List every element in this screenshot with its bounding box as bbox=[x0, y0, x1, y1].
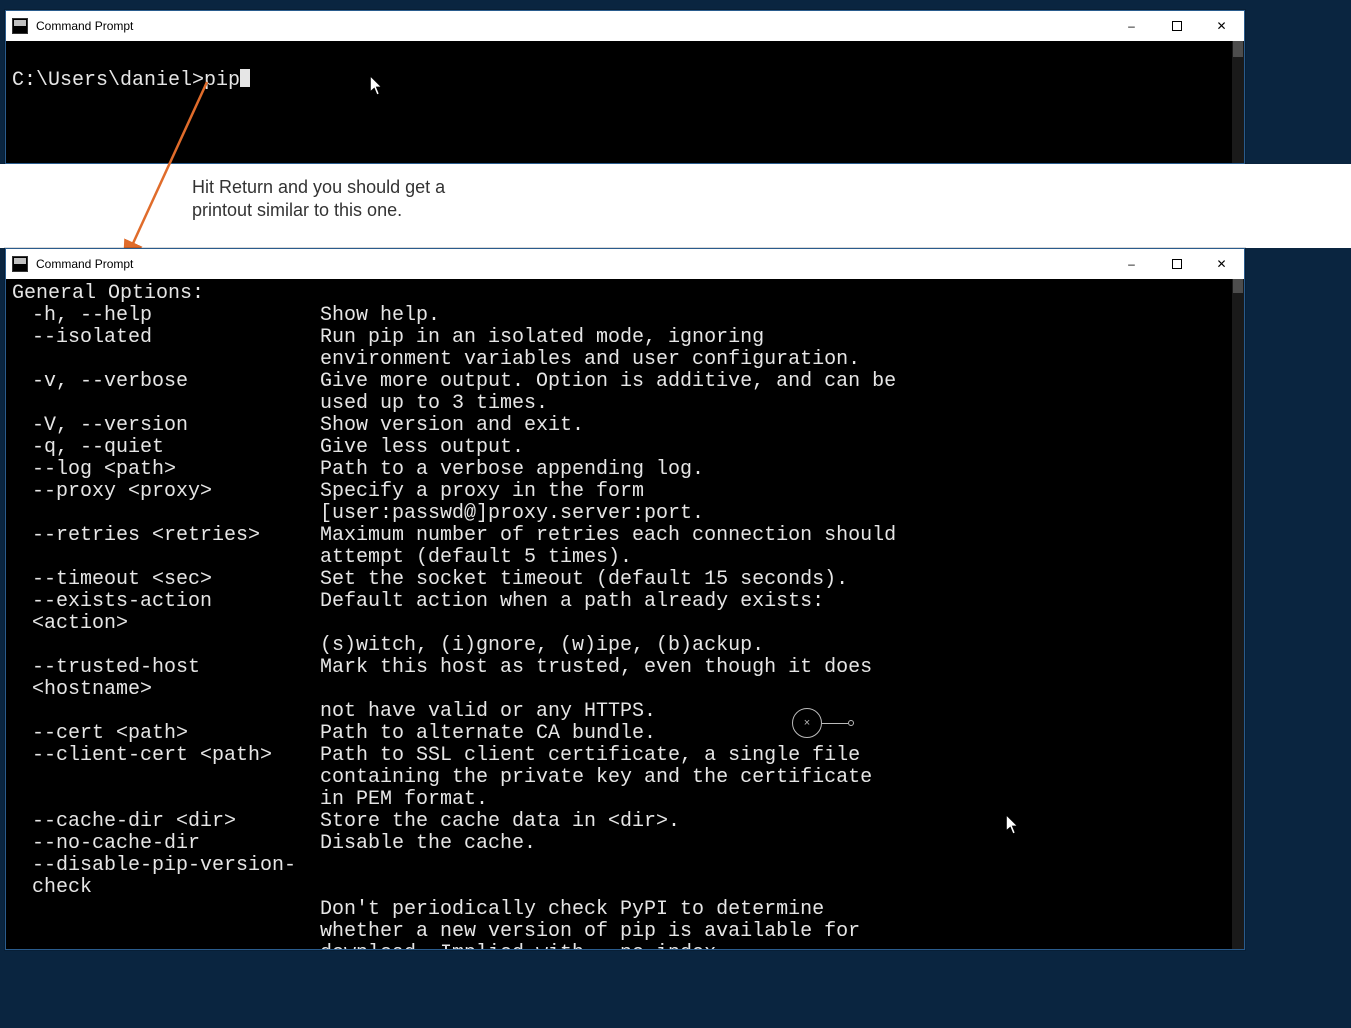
option-flag: -V, --version bbox=[32, 415, 320, 437]
option-description: Path to alternate CA bundle. bbox=[320, 723, 656, 745]
instruction-banner: Hit Return and you should get a printout… bbox=[0, 164, 1351, 248]
maximize-button[interactable] bbox=[1154, 249, 1199, 279]
option-flag: --timeout <sec> bbox=[32, 569, 320, 591]
option-row: --proxy <proxy>Specify a proxy in the fo… bbox=[12, 481, 1230, 503]
option-flag: -v, --verbose bbox=[32, 371, 320, 393]
option-flag: -q, --quiet bbox=[32, 437, 320, 459]
option-row: --disable-pip-version-check bbox=[12, 855, 1230, 899]
option-flag: --proxy <proxy> bbox=[32, 481, 320, 503]
option-description: Specify a proxy in the form bbox=[320, 481, 644, 503]
option-flag: -h, --help bbox=[32, 305, 320, 327]
cursor bbox=[240, 69, 250, 87]
close-icon[interactable]: × bbox=[792, 708, 822, 738]
window-title: Command Prompt bbox=[36, 19, 133, 33]
option-description: Give more output. Option is additive, an… bbox=[320, 371, 896, 393]
scrollbar-top[interactable] bbox=[1232, 41, 1244, 163]
option-description-cont: [user:passwd@]proxy.server:port. bbox=[12, 503, 1230, 525]
option-flag: --cert <path> bbox=[32, 723, 320, 745]
option-description: Default action when a path already exist… bbox=[320, 591, 824, 613]
option-row: --cache-dir <dir>Store the cache data in… bbox=[12, 811, 1230, 833]
option-flag: --disable-pip-version-check bbox=[32, 855, 320, 899]
option-description-cont: environment variables and user configura… bbox=[12, 349, 1230, 371]
option-description: Give less output. bbox=[320, 437, 524, 459]
cmd-window-bottom: Command Prompt – ✕ General Options:-h, -… bbox=[5, 248, 1245, 950]
option-description: Show version and exit. bbox=[320, 415, 584, 437]
option-row: --timeout <sec>Set the socket timeout (d… bbox=[12, 569, 1230, 591]
option-description: Set the socket timeout (default 15 secon… bbox=[320, 569, 848, 591]
option-row: -v, --verboseGive more output. Option is… bbox=[12, 371, 1230, 393]
option-description-cont: download. Implied with --no-index. bbox=[12, 943, 1230, 949]
option-flag: --no-cache-dir bbox=[32, 833, 320, 855]
option-description: Mark this host as trusted, even though i… bbox=[320, 657, 872, 679]
instruction-line1: Hit Return and you should get a bbox=[192, 176, 542, 199]
option-row: --no-cache-dirDisable the cache. bbox=[12, 833, 1230, 855]
minimize-button[interactable]: – bbox=[1109, 11, 1154, 41]
scrollbar-bottom[interactable] bbox=[1232, 279, 1244, 949]
option-description: Path to a verbose appending log. bbox=[320, 459, 704, 481]
titlebar-bottom[interactable]: Command Prompt – ✕ bbox=[6, 249, 1244, 279]
cmd-icon bbox=[12, 256, 28, 272]
option-flag: --cache-dir <dir> bbox=[32, 811, 320, 833]
option-row: -V, --versionShow version and exit. bbox=[12, 415, 1230, 437]
minimize-button[interactable]: – bbox=[1109, 249, 1154, 279]
option-description: Path to SSL client certificate, a single… bbox=[320, 745, 860, 767]
option-description: Disable the cache. bbox=[320, 833, 536, 855]
close-button[interactable]: ✕ bbox=[1199, 11, 1244, 41]
option-flag: --retries <retries> bbox=[32, 525, 320, 547]
instruction-line2: printout similar to this one. bbox=[192, 199, 542, 222]
option-row: --retries <retries>Maximum number of ret… bbox=[12, 525, 1230, 547]
scroll-thumb[interactable] bbox=[1233, 279, 1243, 293]
option-description: Show help. bbox=[320, 305, 440, 327]
maximize-button[interactable] bbox=[1154, 11, 1199, 41]
option-flag: --exists-action <action> bbox=[32, 591, 320, 635]
option-description-cont: attempt (default 5 times). bbox=[12, 547, 1230, 569]
option-description-cont: not have valid or any HTTPS. bbox=[12, 701, 1230, 723]
close-button[interactable]: ✕ bbox=[1199, 249, 1244, 279]
option-description: Run pip in an isolated mode, ignoring bbox=[320, 327, 764, 349]
option-row: --cert <path>Path to alternate CA bundle… bbox=[12, 723, 1230, 745]
option-description-cont: Don't periodically check PyPI to determi… bbox=[12, 899, 1230, 921]
option-flag: --trusted-host <hostname> bbox=[32, 657, 320, 701]
option-description: Maximum number of retries each connectio… bbox=[320, 525, 896, 547]
option-description-cont: containing the private key and the certi… bbox=[12, 767, 1230, 789]
window-title: Command Prompt bbox=[36, 257, 133, 271]
typed-command: pip bbox=[204, 69, 240, 92]
option-description-cont: whether a new version of pip is availabl… bbox=[12, 921, 1230, 943]
option-row: --trusted-host <hostname>Mark this host … bbox=[12, 657, 1230, 701]
option-row: --isolatedRun pip in an isolated mode, i… bbox=[12, 327, 1230, 349]
option-flag: --isolated bbox=[32, 327, 320, 349]
option-flag: --client-cert <path> bbox=[32, 745, 320, 767]
option-row: -h, --helpShow help. bbox=[12, 305, 1230, 327]
cmd-icon bbox=[12, 18, 28, 34]
prompt: C:\Users\daniel> bbox=[12, 69, 204, 92]
annotation-endpoint bbox=[848, 720, 854, 726]
annotation-connector bbox=[822, 723, 848, 724]
option-row: --exists-action <action>Default action w… bbox=[12, 591, 1230, 635]
option-row: --log <path>Path to a verbose appending … bbox=[12, 459, 1230, 481]
option-row: --client-cert <path>Path to SSL client c… bbox=[12, 745, 1230, 767]
option-description: Store the cache data in <dir>. bbox=[320, 811, 680, 833]
section-header: General Options: bbox=[12, 283, 1230, 305]
option-description-cont: used up to 3 times. bbox=[12, 393, 1230, 415]
scroll-thumb[interactable] bbox=[1233, 41, 1243, 57]
terminal-top[interactable]: C:\Users\daniel>pip bbox=[6, 41, 1232, 163]
option-row: -q, --quietGive less output. bbox=[12, 437, 1230, 459]
terminal-bottom[interactable]: General Options:-h, --helpShow help.--is… bbox=[6, 279, 1232, 949]
option-flag: --log <path> bbox=[32, 459, 320, 481]
titlebar-top[interactable]: Command Prompt – ✕ bbox=[6, 11, 1244, 41]
option-description-cont: (s)witch, (i)gnore, (w)ipe, (b)ackup. bbox=[12, 635, 1230, 657]
option-description-cont: in PEM format. bbox=[12, 789, 1230, 811]
cmd-window-top: Command Prompt – ✕ C:\Users\daniel>pip bbox=[5, 10, 1245, 164]
